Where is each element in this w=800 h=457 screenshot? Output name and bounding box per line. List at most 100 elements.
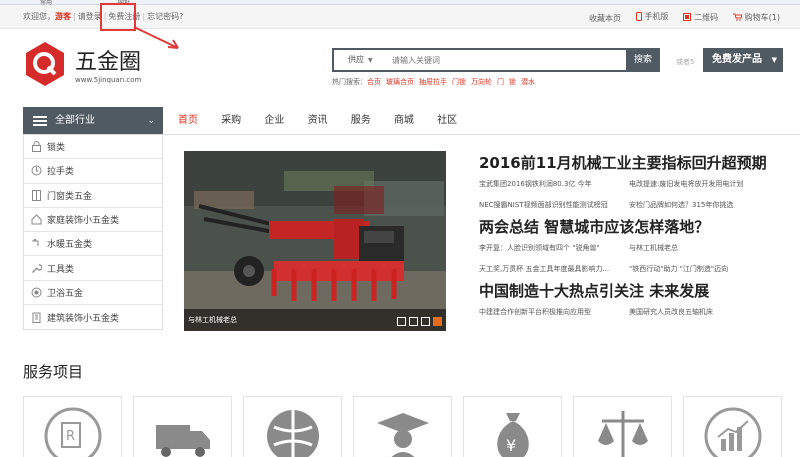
chart-icon [704, 407, 762, 457]
publish-label: 免费发产品 [712, 54, 762, 65]
hot-keyword[interactable]: 潜水 [521, 78, 535, 86]
slider-dot[interactable] [409, 317, 418, 326]
truck-icon [156, 425, 210, 457]
search-category-label: 供应 [348, 55, 364, 64]
svg-text:¥: ¥ [506, 436, 516, 455]
slider-dot-active[interactable] [433, 317, 442, 326]
tiller-machine-image [184, 151, 446, 331]
qrcode-icon [683, 13, 692, 21]
category-item[interactable]: 建筑装饰小五金类 [24, 305, 162, 329]
all-categories-label: 全部行业 [55, 115, 95, 126]
nav-item-home[interactable]: 首页 [178, 107, 198, 135]
publish-product-button[interactable]: 免费发产品 ▼ [703, 48, 783, 72]
service-card[interactable] [683, 396, 782, 457]
trademark-icon: R [44, 407, 102, 457]
mobile-link[interactable]: 手机版 [635, 11, 669, 22]
category-item[interactable]: 工具类 [24, 256, 162, 281]
news-link[interactable]: 天工奖,万贯杯 五金工具年度最具影响力... [479, 259, 629, 280]
service-card[interactable] [243, 396, 342, 457]
chevron-down-icon: ⌄ [147, 116, 155, 126]
search-category-select[interactable]: 供应 ▼ [334, 50, 388, 70]
news-row: NEC搜霸NIST视频面部识别性能测试榜冠 安检门品牌如何选？315年你挑选 [479, 195, 789, 216]
bath-icon [30, 286, 42, 298]
news-link[interactable]: 与林工机械老总 [629, 238, 779, 259]
service-card[interactable] [353, 396, 452, 457]
search-bar: 供应 ▼ 搜索 [332, 48, 660, 72]
slider-dot[interactable] [397, 317, 406, 326]
news-row: 天工奖,万贯杯 五金工具年度最具影响力... "铁西行动"助力 "江门制造"迈向 [479, 259, 789, 280]
news-link[interactable]: "铁西行动"助力 "江门制造"迈向 [629, 259, 779, 280]
category-item[interactable]: 门窗类五金 [24, 184, 162, 208]
home-icon [30, 214, 42, 226]
cart-link[interactable]: 购物车(1) [732, 12, 780, 23]
svg-text:R: R [66, 429, 75, 444]
news-link[interactable]: 美国研究人员改良五轴机床 [629, 302, 779, 323]
lock-icon [30, 141, 42, 153]
category-label: 门窗类五金 [47, 191, 93, 202]
hot-keyword[interactable]: 门锁 [452, 78, 466, 86]
category-label: 工具类 [47, 264, 75, 275]
or-label: 或者5 [676, 58, 695, 66]
chevron-down-icon: ▼ [368, 57, 373, 64]
login-link[interactable]: 请登录 [78, 12, 102, 21]
chevron-down-icon: ▼ [771, 56, 777, 64]
category-item[interactable]: 拉手类 [24, 159, 162, 184]
mobile-label: 手机版 [644, 12, 669, 21]
hot-keyword[interactable]: 抽屉拉手 [419, 78, 447, 86]
news-headline[interactable]: 中国制造十大热点引关注 未来发展 [479, 280, 789, 302]
service-card[interactable] [133, 396, 232, 457]
welcome-text: 欢迎您， [23, 12, 55, 21]
nav-item-news[interactable]: 资讯 [308, 107, 328, 135]
news-link[interactable]: 中建建合作创新平台积极推向应用型 [479, 302, 629, 323]
building-icon [30, 311, 42, 323]
site-logo[interactable]: 五金圈 www.5jinquan.com [23, 36, 163, 92]
nav-item-community[interactable]: 社区 [437, 107, 457, 135]
nav-item-service[interactable]: 服务 [351, 107, 371, 135]
news-link[interactable]: 宝武集团2016钢铁利润80.3亿 今年 [479, 174, 629, 195]
hot-keyword[interactable]: 玻璃合页 [386, 78, 414, 86]
news-headline[interactable]: 2016前11月机械工业主要指标回升超预期 [479, 152, 789, 174]
news-row: 李开复：人脸识别领域有四个 "锐角兽" 与林工机械老总 [479, 238, 789, 259]
news-headline[interactable]: 两会总结 智慧城市应该怎样落地？ [479, 216, 789, 238]
nav-item-purchase[interactable]: 采购 [221, 107, 241, 135]
hot-search: 热门搜索：合页 玻璃合页 抽屉拉手 门锁 万向轮门锁潜水 [332, 77, 540, 87]
guest-label: 游客 [55, 12, 71, 21]
service-card[interactable] [573, 396, 672, 457]
hot-keyword[interactable]: 合页 [367, 78, 381, 86]
news-link[interactable]: 安检门品牌如何选？315年你挑选 [629, 195, 779, 216]
menu-icon [33, 116, 47, 128]
highlight-box [100, 3, 136, 31]
hot-keyword[interactable]: 门 [497, 78, 504, 86]
logo-name: 五金圈 [75, 50, 142, 75]
slider-pagination [397, 317, 442, 326]
news-link[interactable]: 电改提速:废旧发电将放开发用电计划 [629, 174, 779, 195]
qrcode-label: 二维码 [694, 12, 719, 22]
service-card[interactable]: R [23, 396, 122, 457]
nav-item-mall[interactable]: 商城 [394, 107, 414, 135]
search-button[interactable]: 搜索 [626, 48, 660, 72]
forgot-password-link[interactable]: 忘记密码? [147, 12, 183, 21]
phone-icon [635, 12, 642, 21]
slider-dot[interactable] [421, 317, 430, 326]
news-section: 2016前11月机械工业主要指标回升超预期 宝武集团2016钢铁利润80.3亿 … [479, 152, 789, 323]
category-item[interactable]: 锁类 [24, 135, 162, 160]
handle-icon [30, 165, 42, 177]
all-categories-button[interactable]: 全部行业 ⌄ [23, 107, 163, 135]
bookmark-link[interactable]: 收藏本页 [589, 13, 621, 24]
category-item[interactable]: 卫浴五金 [24, 281, 162, 306]
category-item[interactable]: 家庭装饰小五金类 [24, 208, 162, 233]
nav-item-company[interactable]: 企业 [264, 107, 284, 135]
category-item[interactable]: 水暖五金类 [24, 232, 162, 257]
search-input[interactable] [392, 52, 592, 68]
site-links: 收藏本页 手机版 二维码 购物车(1) [577, 11, 780, 24]
globe-icon [267, 410, 319, 457]
service-card[interactable]: ¥ [463, 396, 562, 457]
news-slider[interactable]: 与林工机械老总 [184, 151, 446, 331]
hot-keyword[interactable]: 万向轮 [471, 78, 492, 86]
category-label: 拉手类 [47, 167, 75, 178]
hot-keyword[interactable]: 锁 [509, 78, 516, 86]
news-link[interactable]: NEC搜霸NIST视频面部识别性能测试榜冠 [479, 195, 629, 216]
qrcode-link[interactable]: 二维码 [683, 12, 718, 23]
news-link[interactable]: 李开复：人脸识别领域有四个 "锐角兽" [479, 238, 629, 259]
category-label: 卫浴五金 [47, 288, 84, 299]
